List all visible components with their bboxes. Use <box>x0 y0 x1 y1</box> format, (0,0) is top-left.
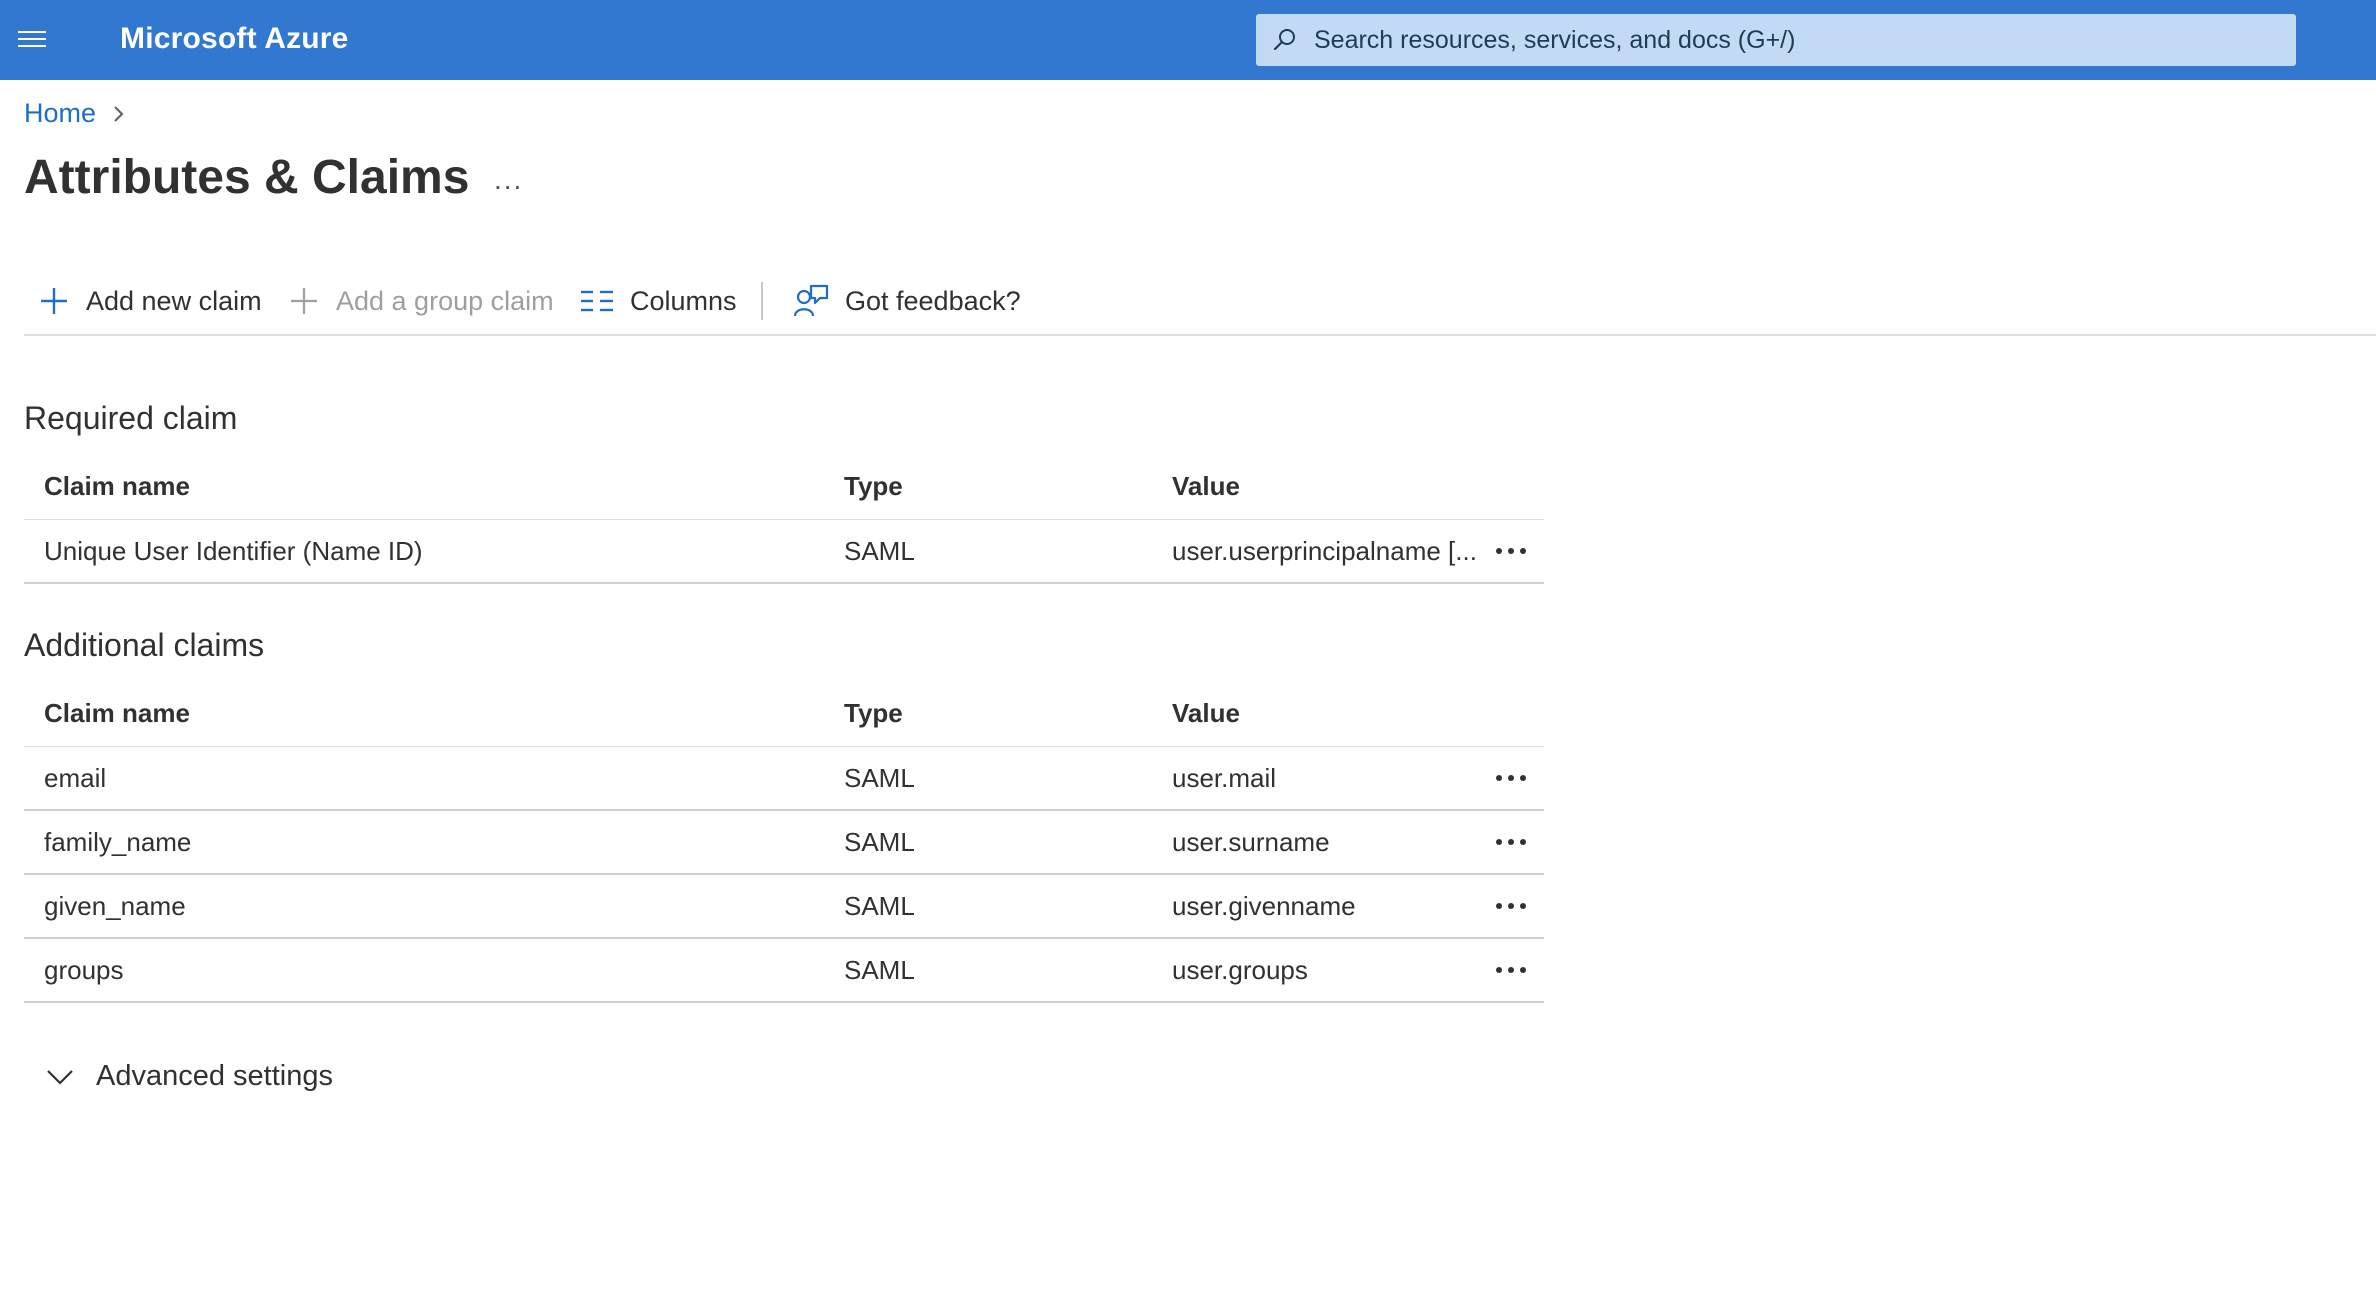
column-header-type[interactable]: Type <box>844 681 1144 746</box>
claim-value-cell: user.givenname <box>1172 890 1356 921</box>
claim-value-cell: user.surname <box>1172 826 1330 857</box>
additional-claims-title: Additional claims <box>24 627 265 663</box>
more-horizontal-icon <box>1496 839 1526 845</box>
claim-value-cell: user.userprincipalname [... <box>1172 535 1477 566</box>
more-horizontal-icon <box>1496 775 1526 781</box>
top-bar: Microsoft Azure <box>0 0 2376 80</box>
breadcrumb: Home <box>24 98 126 129</box>
table-row[interactable]: Unique User Identifier (Name ID) SAML us… <box>24 520 1544 584</box>
claim-type-cell: SAML <box>844 954 915 985</box>
chevron-down-icon <box>47 1069 73 1085</box>
breadcrumb-home-link[interactable]: Home <box>24 98 96 129</box>
claim-type-cell: SAML <box>844 535 915 566</box>
claim-name-cell[interactable]: groups <box>44 939 804 1001</box>
advanced-settings-toggle[interactable]: Advanced settings <box>46 1060 333 1093</box>
more-horizontal-icon <box>1496 548 1526 554</box>
column-header-claim-name[interactable]: Claim name <box>44 454 804 519</box>
add-new-claim-button[interactable]: Add new claim <box>38 274 262 328</box>
row-more-button[interactable] <box>1490 939 1532 1001</box>
column-header-claim-name[interactable]: Claim name <box>44 681 804 746</box>
columns-button[interactable]: Columns <box>580 274 737 328</box>
brand-title[interactable]: Microsoft Azure <box>120 22 349 56</box>
toolbar-divider <box>761 282 763 320</box>
more-horizontal-icon <box>1496 903 1526 909</box>
more-options-button[interactable]: ... <box>494 164 523 196</box>
chevron-right-icon <box>114 105 124 122</box>
search-icon <box>1273 29 1295 51</box>
claim-type-cell: SAML <box>844 826 915 857</box>
table-row[interactable]: given_name SAML user.givenname <box>24 875 1544 939</box>
claim-type-cell: SAML <box>844 762 915 793</box>
claim-name-cell[interactable]: family_name <box>44 811 804 873</box>
add-new-claim-label: Add new claim <box>86 285 262 316</box>
global-search[interactable] <box>1256 14 2296 66</box>
columns-label: Columns <box>630 285 737 316</box>
page-title: Attributes & Claims <box>24 151 470 204</box>
feedback-icon <box>793 284 829 317</box>
more-horizontal-icon <box>1496 967 1526 973</box>
advanced-settings-label: Advanced settings <box>96 1060 333 1092</box>
claim-name-cell[interactable]: Unique User Identifier (Name ID) <box>44 520 804 582</box>
claim-value-cell: user.mail <box>1172 762 1277 793</box>
column-header-type[interactable]: Type <box>844 454 1144 519</box>
claim-name-cell[interactable]: given_name <box>44 875 804 937</box>
add-group-claim-button[interactable]: Add a group claim <box>288 274 554 328</box>
row-more-button[interactable] <box>1490 747 1532 809</box>
column-header-value[interactable]: Value <box>1172 454 1492 519</box>
claim-name-cell[interactable]: email <box>44 747 804 809</box>
required-claim-grid: Claim name Type Value Unique User Identi… <box>24 454 1544 584</box>
search-input[interactable] <box>1314 14 2274 66</box>
plus-icon <box>291 288 317 314</box>
grid-header: Claim name Type Value <box>24 454 1544 520</box>
feedback-label: Got feedback? <box>845 285 1021 316</box>
claim-value-cell: user.groups <box>1172 954 1308 985</box>
feedback-button[interactable]: Got feedback? <box>793 274 1021 328</box>
command-bar: Add new claim Add a group claim Columns … <box>24 274 2376 336</box>
column-header-value[interactable]: Value <box>1172 681 1492 746</box>
table-row[interactable]: groups SAML user.groups <box>24 939 1544 1003</box>
columns-icon <box>581 290 613 312</box>
additional-claims-grid: Claim name Type Value email SAML user.ma… <box>24 681 1544 1003</box>
table-row[interactable]: email SAML user.mail <box>24 747 1544 811</box>
required-claim-title: Required claim <box>24 400 238 436</box>
add-group-claim-label: Add a group claim <box>336 285 554 316</box>
row-more-button[interactable] <box>1490 520 1532 582</box>
table-row[interactable]: family_name SAML user.surname <box>24 811 1544 875</box>
hamburger-menu-icon[interactable] <box>18 27 46 51</box>
row-more-button[interactable] <box>1490 875 1532 937</box>
row-more-button[interactable] <box>1490 811 1532 873</box>
claim-type-cell: SAML <box>844 890 915 921</box>
grid-header: Claim name Type Value <box>24 681 1544 747</box>
plus-icon <box>41 288 67 314</box>
